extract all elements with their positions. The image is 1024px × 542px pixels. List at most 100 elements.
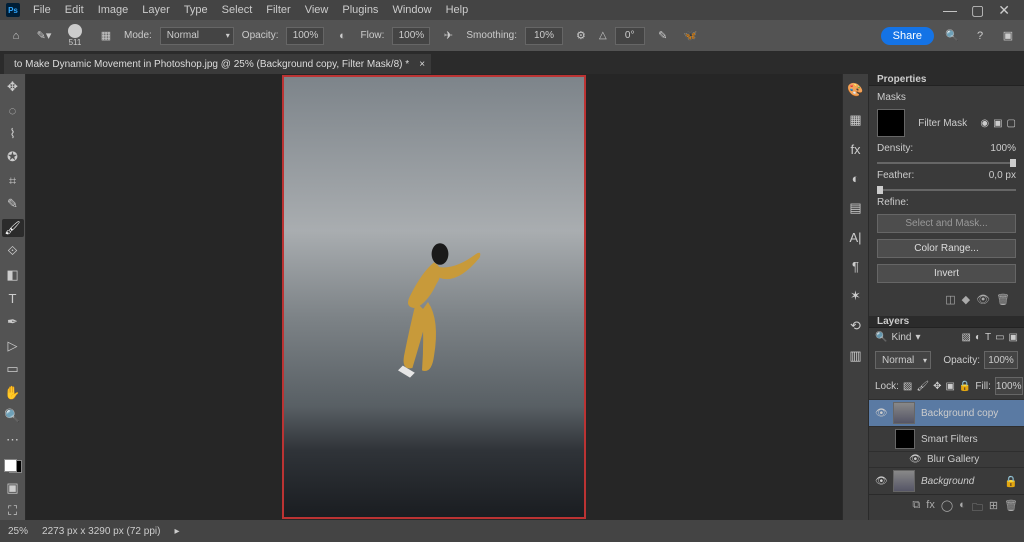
lock-artboard-icon[interactable]: ▣ bbox=[945, 381, 954, 392]
type-tool[interactable]: T bbox=[2, 290, 24, 308]
visibility-icon[interactable]: 👁 bbox=[875, 476, 887, 487]
shape-tool[interactable]: ▭ bbox=[2, 360, 24, 378]
airbrush-icon[interactable]: ✈ bbox=[438, 26, 458, 46]
vector-mask-icon[interactable]: ▢ bbox=[1007, 118, 1016, 129]
eraser-tool[interactable]: ◧ bbox=[2, 266, 24, 284]
zoom-tool[interactable]: 🔍 bbox=[2, 407, 24, 425]
menu-file[interactable]: File bbox=[26, 4, 58, 16]
menu-view[interactable]: View bbox=[298, 4, 336, 16]
styles-panel-icon[interactable]: fx bbox=[850, 142, 860, 157]
visibility-icon[interactable]: 👁 bbox=[875, 408, 887, 419]
layer-row-background-copy[interactable]: 👁 Background copy bbox=[869, 399, 1024, 426]
workspace-icon[interactable]: ▣ bbox=[998, 26, 1018, 46]
smoothing-options-icon[interactable]: ⚙ bbox=[571, 26, 591, 46]
crop-tool[interactable]: ⌗ bbox=[2, 172, 24, 190]
layer-row-background[interactable]: 👁 Background 🔒 bbox=[869, 467, 1024, 494]
layer-filter-kind[interactable]: Kind bbox=[891, 332, 911, 343]
zoom-level[interactable]: 25% bbox=[8, 526, 28, 537]
new-adjustment-icon[interactable]: ◐ bbox=[959, 499, 966, 518]
home-icon[interactable]: ⌂ bbox=[6, 26, 26, 46]
menu-plugins[interactable]: Plugins bbox=[335, 4, 385, 16]
clone-stamp-tool[interactable]: ⟐ bbox=[2, 243, 24, 261]
pressure-size-icon[interactable]: ✎ bbox=[653, 26, 673, 46]
menu-image[interactable]: Image bbox=[91, 4, 136, 16]
flow-field[interactable]: 100% bbox=[392, 27, 430, 45]
marquee-tool[interactable]: ◌ bbox=[2, 102, 24, 120]
pixel-mask-icon[interactable]: ▣ bbox=[993, 118, 1002, 129]
color-swatches[interactable] bbox=[4, 459, 22, 473]
lock-pixels-icon[interactable]: 🖌 bbox=[916, 381, 929, 392]
invert-button[interactable]: Invert bbox=[877, 264, 1016, 283]
blend-mode-dropdown[interactable]: Normal bbox=[875, 351, 931, 369]
search-icon[interactable]: 🔍 bbox=[942, 26, 962, 46]
move-tool[interactable]: ✥ bbox=[2, 78, 24, 96]
layer-row-smart-filters[interactable]: Smart Filters bbox=[869, 426, 1024, 451]
screen-mode-icon[interactable]: ⛶ bbox=[2, 502, 24, 520]
feather-value[interactable]: 0,0 px bbox=[989, 170, 1016, 181]
lasso-tool[interactable]: ⌇ bbox=[2, 125, 24, 143]
symmetry-icon[interactable]: 🦋 bbox=[681, 26, 701, 46]
layer-opacity-field[interactable]: 100% bbox=[984, 351, 1018, 369]
menu-type[interactable]: Type bbox=[177, 4, 215, 16]
document-tab[interactable]: to Make Dynamic Movement in Photoshop.jp… bbox=[4, 54, 431, 74]
filter-pixel-icon[interactable]: ▧ bbox=[961, 332, 970, 343]
adjustments-panel-icon[interactable]: ◐ bbox=[852, 171, 860, 186]
pen-tool[interactable]: ✒ bbox=[2, 313, 24, 331]
edit-toolbar[interactable]: ⋯ bbox=[2, 431, 24, 449]
layer-fx-icon[interactable]: fx bbox=[926, 499, 935, 518]
color-range-button[interactable]: Color Range... bbox=[877, 239, 1016, 258]
lock-icon[interactable]: 🔒 bbox=[1004, 475, 1018, 488]
layer-name[interactable]: Background bbox=[921, 476, 974, 487]
smart-filter-mask-thumb[interactable] bbox=[895, 429, 915, 449]
hand-tool[interactable]: ✋ bbox=[2, 384, 24, 402]
layer-row-blur-gallery[interactable]: 👁 Blur Gallery bbox=[869, 451, 1024, 467]
lock-position-icon[interactable]: ✥ bbox=[933, 381, 941, 392]
filter-type-icon[interactable]: T bbox=[985, 332, 991, 343]
delete-layer-icon[interactable]: 🗑 bbox=[1004, 499, 1018, 518]
window-minimize-icon[interactable]: — bbox=[943, 2, 957, 19]
share-button[interactable]: Share bbox=[881, 27, 934, 45]
filter-adjust-icon[interactable]: ◐ bbox=[975, 332, 981, 343]
visibility-icon[interactable]: 👁 bbox=[909, 454, 921, 465]
help-icon[interactable]: ? bbox=[970, 26, 990, 46]
brush-tool[interactable]: 🖌 bbox=[2, 219, 24, 237]
path-select-tool[interactable]: ▷ bbox=[2, 337, 24, 355]
disable-mask-icon[interactable]: 👁 bbox=[976, 293, 990, 306]
brush-panel-icon[interactable]: ▦ bbox=[96, 26, 116, 46]
load-selection-icon[interactable]: ◫ bbox=[945, 293, 955, 306]
density-value[interactable]: 100% bbox=[990, 143, 1016, 154]
color-panel-icon[interactable]: 🎨 bbox=[847, 82, 863, 98]
eyedropper-tool[interactable]: ✎ bbox=[2, 196, 24, 214]
menu-layer[interactable]: Layer bbox=[135, 4, 177, 16]
character-panel-icon[interactable]: A| bbox=[849, 230, 861, 245]
actions-panel-icon[interactable]: ✶ bbox=[850, 288, 861, 304]
lock-all-icon[interactable]: 🔒 bbox=[959, 381, 971, 392]
layers-panel-tab[interactable]: Layers bbox=[869, 316, 1024, 328]
window-restore-icon[interactable]: ▢ bbox=[971, 2, 984, 19]
layer-thumbnail[interactable] bbox=[893, 470, 915, 492]
filter-smart-icon[interactable]: ▣ bbox=[1009, 332, 1018, 343]
libraries-panel-icon[interactable]: ▥ bbox=[849, 348, 861, 364]
quick-select-tool[interactable]: ✪ bbox=[2, 149, 24, 167]
new-group-icon[interactable]: 🗀 bbox=[972, 499, 983, 518]
menu-edit[interactable]: Edit bbox=[58, 4, 91, 16]
window-close-icon[interactable]: ✕ bbox=[998, 2, 1010, 19]
gradients-panel-icon[interactable]: ▤ bbox=[849, 200, 861, 216]
pressure-opacity-icon[interactable]: ◐ bbox=[332, 26, 352, 46]
status-chevron-icon[interactable]: ▸ bbox=[174, 526, 179, 537]
new-layer-icon[interactable]: ⊞ bbox=[989, 499, 998, 518]
filter-shape-icon[interactable]: ▭ bbox=[995, 332, 1004, 343]
mask-view-icon[interactable]: ◉ bbox=[980, 118, 989, 129]
canvas-area[interactable] bbox=[26, 74, 842, 520]
density-slider[interactable] bbox=[877, 162, 1016, 164]
menu-help[interactable]: Help bbox=[439, 4, 476, 16]
feather-slider[interactable] bbox=[877, 189, 1016, 191]
menu-filter[interactable]: Filter bbox=[259, 4, 297, 16]
menu-window[interactable]: Window bbox=[385, 4, 438, 16]
layer-thumbnail[interactable] bbox=[893, 402, 915, 424]
smoothing-field[interactable]: 10% bbox=[525, 27, 563, 45]
quick-mask-icon[interactable]: ▣ bbox=[2, 479, 24, 497]
lock-transparency-icon[interactable]: ▨ bbox=[903, 381, 912, 392]
swatches-panel-icon[interactable]: ▦ bbox=[849, 112, 861, 128]
fill-field[interactable]: 100% bbox=[995, 377, 1023, 395]
